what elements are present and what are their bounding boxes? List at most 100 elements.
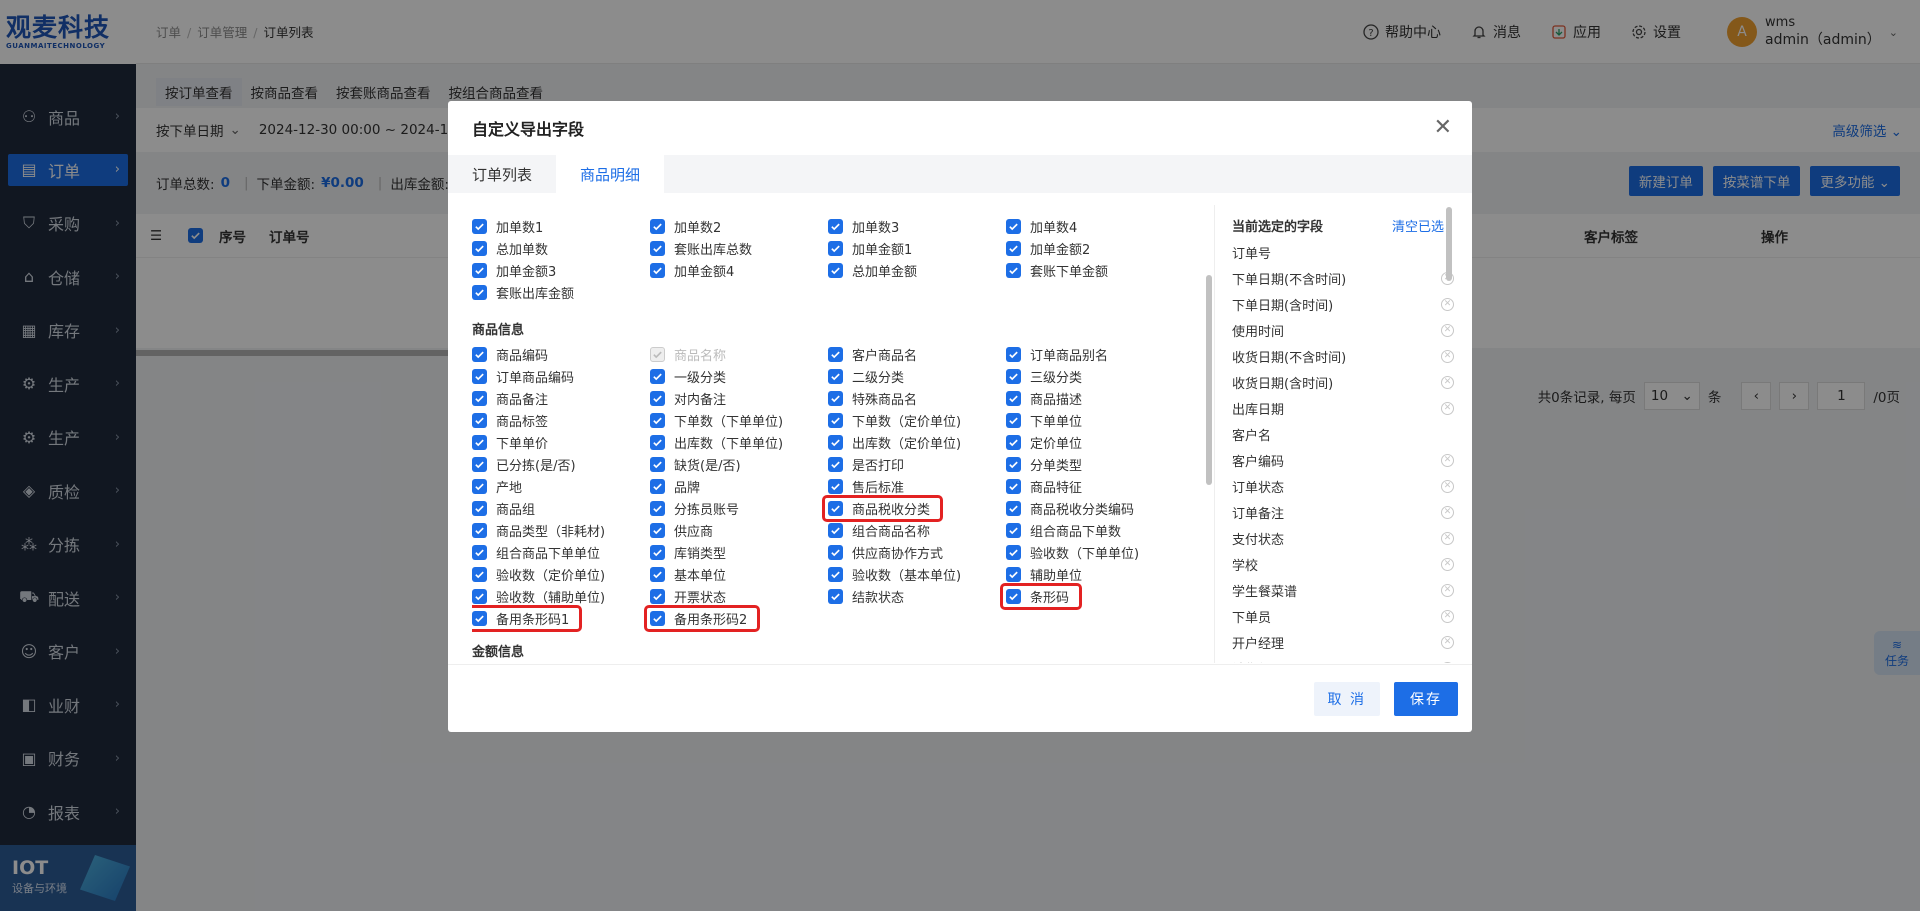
field-checkbox[interactable]: 是否打印 <box>828 453 1006 475</box>
field-checkbox[interactable]: 验收数（辅助单位) <box>472 585 650 607</box>
field-checkbox[interactable]: 下单数（下单单位) <box>650 409 828 431</box>
remove-circle-icon[interactable]: ✕ <box>1441 479 1454 493</box>
field-label: 商品编码 <box>496 348 549 364</box>
field-checkbox[interactable]: 分单类型 <box>1006 453 1184 475</box>
field-checkbox[interactable]: 备用条形码2 <box>643 604 828 632</box>
remove-circle-icon[interactable]: ✕ <box>1441 557 1454 571</box>
field-checkbox[interactable]: 库销类型 <box>650 541 828 563</box>
remove-circle-icon[interactable]: ✕ <box>1441 375 1454 389</box>
checkbox-checked-icon <box>472 544 487 560</box>
field-checkbox[interactable]: 下单单价 <box>472 431 650 453</box>
field-checkbox[interactable]: 出库数（下单单位) <box>650 431 828 453</box>
remove-circle-icon[interactable]: ✕ <box>1441 349 1454 363</box>
field-checkbox[interactable]: 商品编码 <box>472 343 650 365</box>
close-icon[interactable]: ✕ <box>1434 115 1452 140</box>
field-checkbox[interactable]: 下单单位 <box>1006 409 1184 431</box>
field-checkbox[interactable]: 加单金额2 <box>1006 237 1184 259</box>
checkbox-checked-icon <box>472 346 487 362</box>
checkbox-checked-icon <box>650 412 665 428</box>
options-scrollbar[interactable] <box>1206 275 1212 485</box>
cancel-button[interactable]: 取 消 <box>1313 681 1380 716</box>
field-checkbox[interactable]: 商品标签 <box>472 409 650 431</box>
field-checkbox[interactable]: 一级分类 <box>650 365 828 387</box>
field-checkbox[interactable]: 商品特征 <box>1006 475 1184 497</box>
save-button[interactable]: 保存 <box>1394 681 1458 716</box>
field-checkbox[interactable]: 加单数1 <box>472 215 650 237</box>
field-checkbox[interactable]: 加单金额1 <box>828 237 1006 259</box>
field-checkbox[interactable]: 供应商 <box>650 519 828 541</box>
selected-field-label: 学生餐菜谱 <box>1232 584 1298 600</box>
selected-field-label: 订单号 <box>1232 246 1272 262</box>
field-checkbox[interactable]: 特殊商品名 <box>828 387 1006 409</box>
field-checkbox[interactable]: 结款状态 <box>828 585 1006 607</box>
field-checkbox[interactable]: 客户商品名 <box>828 343 1006 365</box>
field-checkbox[interactable]: 加单数2 <box>650 215 828 237</box>
selected-field-label: 订单状态 <box>1232 480 1285 496</box>
field-label: 定价单位 <box>1030 436 1083 452</box>
field-checkbox[interactable]: 开票状态 <box>650 585 828 607</box>
field-checkbox[interactable]: 二级分类 <box>828 365 1006 387</box>
field-checkbox[interactable]: 验收数（定价单位) <box>472 563 650 585</box>
field-checkbox[interactable]: 分拣员账号 <box>650 497 828 519</box>
field-checkbox[interactable]: 缺货(是/否) <box>650 453 828 475</box>
checkbox-checked-icon <box>828 522 843 538</box>
field-checkbox[interactable]: 总加单金额 <box>828 259 1006 281</box>
field-checkbox[interactable]: 辅助单位 <box>1006 563 1184 585</box>
field-checkbox[interactable]: 组合商品名称 <box>828 519 1006 541</box>
field-checkbox[interactable]: 加单金额3 <box>472 259 650 281</box>
remove-circle-icon[interactable]: ✕ <box>1441 323 1454 337</box>
field-checkbox[interactable]: 组合商品下单单位 <box>472 541 650 563</box>
field-checkbox[interactable]: 供应商协作方式 <box>828 541 1006 563</box>
remove-circle-icon[interactable]: ✕ <box>1441 609 1454 623</box>
field-checkbox[interactable]: 商品税收分类编码 <box>1006 497 1184 519</box>
field-checkbox[interactable]: 加单数4 <box>1006 215 1184 237</box>
field-checkbox[interactable]: 加单金额4 <box>650 259 828 281</box>
field-checkbox[interactable]: 套账出库金额 <box>472 281 650 303</box>
remove-circle-icon[interactable]: ✕ <box>1441 661 1454 663</box>
field-checkbox[interactable]: 商品组 <box>472 497 650 519</box>
remove-circle-icon[interactable]: ✕ <box>1441 401 1454 415</box>
remove-circle-icon[interactable]: ✕ <box>1441 531 1454 545</box>
remove-circle-icon[interactable]: ✕ <box>1441 635 1454 649</box>
field-checkbox[interactable]: 三级分类 <box>1006 365 1184 387</box>
selected-scrollbar[interactable] <box>1446 207 1452 281</box>
clear-selected-button[interactable]: 清空已选 <box>1392 216 1444 235</box>
field-checkbox[interactable]: 组合商品下单数 <box>1006 519 1184 541</box>
field-checkbox[interactable]: 出库数（定价单位) <box>828 431 1006 453</box>
field-checkbox[interactable]: 验收数（下单单位) <box>1006 541 1184 563</box>
field-checkbox[interactable]: 总加单数 <box>472 237 650 259</box>
field-checkbox[interactable]: 加单数3 <box>828 215 1006 237</box>
goods-info-fields: 商品编码 商品名称 客户商品名 订单商品别名 订单商品编码 一级分类 二级分类 三级分类 商品备… <box>472 343 1217 632</box>
tab-goods-detail[interactable]: 商品明细 <box>556 155 665 193</box>
remove-circle-icon[interactable]: ✕ <box>1441 583 1454 597</box>
field-checkbox[interactable]: 商品类型（非耗材) <box>472 519 650 541</box>
field-checkbox[interactable]: 商品描述 <box>1006 387 1184 409</box>
field-checkbox[interactable]: 已分拣(是/否) <box>472 453 650 475</box>
selected-field-item: 客户编码 ✕ <box>1232 447 1458 473</box>
checkbox-checked-icon <box>828 478 843 494</box>
field-label: 组合商品名称 <box>852 524 931 540</box>
field-label: 三级分类 <box>1030 370 1083 386</box>
field-label: 商品标签 <box>496 414 549 430</box>
field-checkbox[interactable]: 套账出库总数 <box>650 237 828 259</box>
field-checkbox[interactable]: 验收数（基本单位) <box>828 563 1006 585</box>
field-checkbox[interactable]: 商品备注 <box>472 387 650 409</box>
remove-circle-icon[interactable]: ✕ <box>1441 453 1454 467</box>
field-checkbox[interactable]: 商品税收分类 <box>821 494 1006 522</box>
tab-order-list[interactable]: 订单列表 <box>448 155 556 193</box>
field-checkbox[interactable]: 套账下单金额 <box>1006 259 1184 281</box>
field-checkbox[interactable]: 定价单位 <box>1006 431 1184 453</box>
field-checkbox[interactable]: 售后标准 <box>828 475 1006 497</box>
field-checkbox[interactable]: 产地 <box>472 475 650 497</box>
field-checkbox[interactable]: 备用条形码1 <box>472 604 650 632</box>
field-checkbox[interactable]: 对内备注 <box>650 387 828 409</box>
field-checkbox[interactable]: 下单数（定价单位) <box>828 409 1006 431</box>
remove-circle-icon[interactable]: ✕ <box>1441 297 1454 311</box>
remove-circle-icon[interactable]: ✕ <box>1441 505 1454 519</box>
field-checkbox[interactable]: 品牌 <box>650 475 828 497</box>
field-checkbox[interactable]: 基本单位 <box>650 563 828 585</box>
field-checkbox[interactable]: 订单商品别名 <box>1006 343 1184 365</box>
field-checkbox[interactable]: 条形码 <box>999 582 1184 610</box>
field-checkbox[interactable]: 订单商品编码 <box>472 365 650 387</box>
field-label: 商品描述 <box>1030 392 1083 408</box>
